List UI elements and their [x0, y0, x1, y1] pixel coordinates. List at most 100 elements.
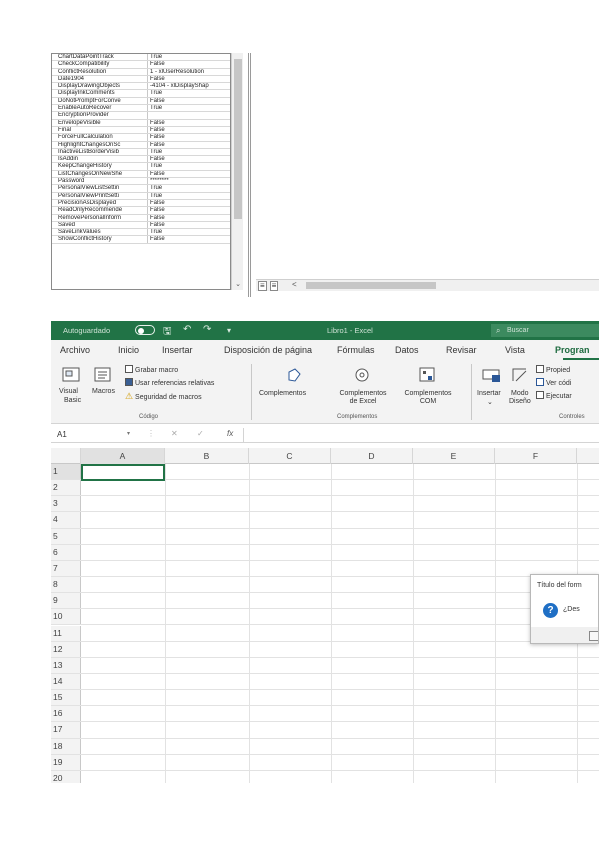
property-row[interactable]: EncryptionProvider — [52, 112, 230, 120]
macro-security-button[interactable]: ⚠ Seguridad de macros — [125, 391, 202, 402]
sheet-row[interactable]: 17 — [51, 722, 599, 739]
procedure-view-icon[interactable]: ≡ — [258, 281, 267, 291]
property-row[interactable]: ConflictResolution 1 - xlUserResolution — [52, 68, 230, 76]
row-header[interactable]: 7 — [51, 560, 81, 577]
property-value[interactable]: False — [148, 142, 230, 148]
property-value[interactable]: True — [148, 185, 230, 191]
column-header-d[interactable]: D — [331, 448, 413, 464]
macros-button-label[interactable]: Macros — [92, 388, 115, 395]
row-header[interactable]: 11 — [51, 625, 81, 641]
property-value[interactable]: True — [148, 229, 230, 235]
design-mode-label-1[interactable]: Modo — [511, 390, 529, 397]
property-row[interactable]: HighlightChangesOnSc False — [52, 141, 230, 149]
sheet-row[interactable]: 13 — [51, 657, 599, 674]
property-value[interactable]: False — [148, 200, 230, 206]
property-row[interactable]: DoNotPromptForConve False — [52, 97, 230, 106]
property-value[interactable]: True — [148, 163, 230, 169]
record-macro-button[interactable]: Grabar macro — [125, 365, 178, 374]
tab-formulas[interactable]: Fórmulas — [337, 345, 375, 355]
property-value[interactable]: False — [148, 127, 230, 133]
cancel-icon[interactable]: ✕ — [171, 429, 178, 438]
property-row[interactable]: Saved False — [52, 221, 230, 230]
com-add-ins-label-2[interactable]: COM — [393, 398, 463, 405]
insert-dropdown-icon[interactable]: ⌄ — [487, 398, 493, 406]
sheet-row[interactable]: 14 — [51, 673, 599, 691]
worksheet-grid[interactable]: ABCDEF 1 2 3 4 5 6 7 8 9 10 11 12 13 14 15 16 17 18 19 20 — [51, 448, 599, 783]
active-cell-a1[interactable] — [81, 464, 165, 481]
scrollbar-thumb[interactable] — [234, 59, 242, 219]
property-row[interactable]: KeepChangeHistory True — [52, 163, 230, 171]
select-all-corner[interactable] — [51, 448, 81, 464]
insert-control-icon[interactable] — [481, 366, 503, 384]
column-header-c[interactable]: C — [249, 448, 331, 464]
tab-archivo[interactable]: Archivo — [60, 345, 90, 355]
save-icon[interactable]: 🖫 — [163, 324, 172, 341]
row-header[interactable]: 15 — [51, 690, 81, 706]
property-row[interactable]: Date1904 False — [52, 75, 230, 84]
sheet-row[interactable]: 15 — [51, 690, 599, 707]
sheet-row[interactable]: 19 — [51, 754, 599, 771]
property-row[interactable]: RemovePersonalInform False — [52, 214, 230, 222]
com-add-ins-icon[interactable] — [417, 366, 439, 384]
row-header[interactable]: 10 — [51, 609, 81, 625]
name-box-dropdown-icon[interactable]: ▾ — [127, 430, 130, 437]
sheet-row[interactable]: 8 — [51, 577, 599, 594]
macros-icon[interactable] — [93, 366, 115, 384]
property-row[interactable]: DisplayInkComments True — [52, 90, 230, 98]
tab-programador[interactable]: Progran — [555, 345, 590, 355]
property-row[interactable]: SaveLinkValues True — [52, 229, 230, 237]
property-value[interactable]: ******** — [148, 178, 230, 184]
column-header-a[interactable]: A — [81, 448, 165, 464]
visual-basic-icon[interactable] — [61, 366, 83, 384]
property-row[interactable]: ListChangesOnNewShe False — [52, 170, 230, 179]
row-header[interactable]: 1 — [51, 464, 81, 480]
property-row[interactable]: PrecisionAsDisplayed False — [52, 199, 230, 208]
property-row[interactable]: PersonalViewListSettin True — [52, 185, 230, 193]
add-ins-icon[interactable] — [283, 366, 305, 384]
name-box[interactable]: A1 — [57, 430, 117, 439]
tab-vista[interactable]: Vista — [505, 345, 525, 355]
property-value[interactable]: False — [148, 61, 230, 67]
run-dialog-button[interactable]: Ejecutar — [536, 391, 572, 400]
row-header[interactable]: 9 — [51, 593, 81, 609]
design-mode-label-2[interactable]: Diseño — [509, 398, 531, 405]
property-row[interactable]: ReadOnlyRecommende False — [52, 207, 230, 215]
sheet-row[interactable]: 10 — [51, 609, 599, 626]
visual-basic-button-label-2[interactable]: Basic — [64, 397, 81, 404]
sheet-row[interactable]: 16 — [51, 706, 599, 723]
sheet-row[interactable]: 12 — [51, 641, 599, 658]
property-value[interactable]: False — [148, 236, 230, 242]
property-value[interactable]: False — [148, 134, 230, 140]
row-header[interactable]: 13 — [51, 657, 81, 673]
property-value[interactable] — [148, 112, 230, 118]
property-row[interactable]: ShowConflictHistory False — [52, 236, 230, 244]
excel-add-ins-icon[interactable] — [351, 366, 373, 384]
undo-icon[interactable]: ↶ — [183, 324, 191, 335]
sheet-row[interactable]: 18 — [51, 738, 599, 755]
column-header-e[interactable]: E — [413, 448, 495, 464]
row-header[interactable]: 16 — [51, 706, 81, 722]
dialog-button[interactable] — [589, 631, 598, 641]
row-header[interactable]: 2 — [51, 480, 81, 496]
property-value[interactable]: False — [148, 207, 230, 213]
insert-function-icon[interactable]: fx — [227, 429, 233, 438]
property-value[interactable]: True — [148, 54, 230, 60]
sheet-row[interactable]: 9 — [51, 593, 599, 610]
property-value[interactable]: True — [148, 90, 230, 96]
row-header[interactable]: 14 — [51, 673, 81, 690]
sheet-row[interactable]: 11 — [51, 625, 599, 642]
property-row[interactable]: ChartDataPointTrack True — [52, 54, 230, 62]
tab-datos[interactable]: Datos — [395, 345, 419, 355]
property-row[interactable]: Password ******** — [52, 178, 230, 186]
property-value[interactable]: False — [148, 156, 230, 162]
property-value[interactable]: False — [148, 215, 230, 221]
property-value[interactable]: 1 - xlUserResolution — [148, 69, 230, 75]
row-header[interactable]: 5 — [51, 528, 81, 544]
code-horizontal-scrollbar[interactable]: ≡ ≡ < — [256, 279, 599, 291]
property-row[interactable]: IsAddin False — [52, 156, 230, 164]
tab-inicio[interactable]: Inicio — [118, 345, 139, 355]
property-row[interactable]: PersonalViewPrintSetti True — [52, 192, 230, 200]
row-header[interactable]: 4 — [51, 512, 81, 528]
sheet-row[interactable]: 4 — [51, 512, 599, 529]
row-header[interactable]: 19 — [51, 754, 81, 770]
